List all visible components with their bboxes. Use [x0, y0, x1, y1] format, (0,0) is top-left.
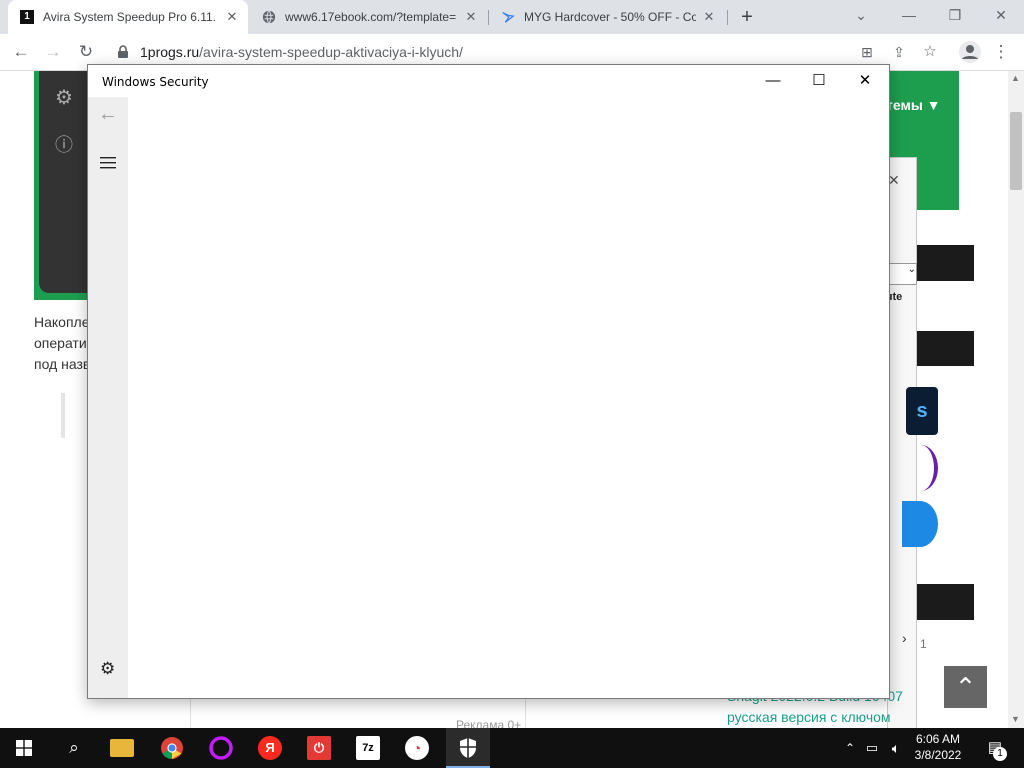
settings-gear-icon[interactable]: ⚙ [100, 659, 115, 679]
bird-icon [502, 12, 515, 23]
scrollbar-thumb[interactable] [1010, 112, 1022, 190]
shield-icon [460, 738, 476, 758]
app-icon-ring[interactable] [904, 445, 938, 491]
close-browser-button[interactable]: ✕ [986, 4, 1016, 26]
network-icon[interactable]: ▭ [860, 736, 884, 760]
gear-icon[interactable]: ⚙ [55, 85, 73, 110]
pagination-number[interactable]: 1 [920, 637, 927, 651]
volume-icon[interactable]: 🔈︎ [884, 736, 908, 760]
article-text-line: под назв [34, 356, 91, 372]
link-line[interactable]: русская версия с ключом [727, 707, 927, 728]
app-icon-camera[interactable] [902, 501, 938, 547]
info-icon[interactable]: ⓘ [55, 131, 73, 157]
tab-search-chevron-icon[interactable]: ⌄ [846, 4, 876, 26]
speedometer-app-icon[interactable]: ◔ [405, 736, 429, 760]
browser-tab-strip: 1 Avira System Speedup Pro 6.11.0 ✕ www6… [0, 0, 1024, 34]
tab-17ebook[interactable]: www6.17ebook.com/?template= ✕ [250, 0, 487, 34]
tab-avira-speedup[interactable]: 1 Avira System Speedup Pro 6.11.0 ✕ [8, 0, 248, 34]
site-sidebar-dark: ⚙ ⓘ [39, 71, 89, 293]
chrome-icon[interactable] [160, 736, 184, 760]
opera-gx-icon[interactable] [209, 736, 233, 760]
clock-time: 6:06 AM [915, 732, 961, 746]
share-icon[interactable]: ⇪ [888, 41, 910, 63]
forward-arrow-icon[interactable]: → [42, 41, 64, 63]
menu-dots-icon[interactable]: ⋮ [990, 41, 1012, 63]
profile-avatar-icon[interactable] [958, 40, 982, 64]
notification-count-badge: 1 [993, 747, 1007, 761]
background-dialog-edge: ✕ ⌄ ibute › [876, 157, 917, 728]
minimize-window-button[interactable]: — [750, 65, 796, 97]
ad-label: Реклама 0+ [456, 718, 522, 728]
new-tab-button[interactable]: + [736, 6, 758, 28]
system-clock[interactable]: 6:06 AM 3/8/2022 [906, 731, 970, 763]
tab-title: MYG Hardcover - 50% OFF - Coa [524, 10, 696, 24]
maximize-window-button[interactable]: ☐ [796, 65, 842, 97]
windows-start-icon[interactable] [16, 740, 32, 756]
chevron-right-icon[interactable]: › [902, 630, 907, 646]
back-arrow-icon[interactable]: ← [10, 41, 32, 63]
globe-icon [262, 10, 276, 24]
restore-browser-button[interactable]: ❐ [940, 4, 970, 26]
article-text-line: операти [34, 335, 87, 351]
scroll-up-icon[interactable]: ▲ [1011, 73, 1020, 83]
site-menu-label[interactable]: темы ▼ [886, 97, 941, 113]
url-host: 1progs.ru [140, 44, 200, 60]
scroll-down-icon[interactable]: ▼ [1011, 714, 1020, 724]
tab-separator [727, 10, 728, 25]
tab-title: Avira System Speedup Pro 6.11.0 [43, 10, 215, 24]
article-text-line: Накопле [34, 314, 90, 330]
windows-security-window: Windows Security — ☐ ✕ ← ⚙ [87, 64, 890, 699]
back-arrow-icon[interactable]: ← [98, 103, 118, 126]
close-tab-icon[interactable]: ✕ [701, 9, 717, 25]
lock-icon[interactable] [117, 45, 129, 59]
power-app-icon[interactable]: ⏻ [307, 736, 331, 760]
chevron-up-icon[interactable]: ⌃ [838, 736, 862, 760]
scroll-to-top-button[interactable]: ⌃ [944, 666, 987, 708]
7zip-icon[interactable]: 7z [356, 736, 380, 760]
url-path: /avira-system-speedup-aktivaciya-i-klyuc… [199, 44, 463, 60]
windows-security-taskbar-button[interactable] [446, 728, 490, 768]
site-1-icon: 1 [20, 10, 34, 24]
search-icon[interactable]: ⌕ [62, 736, 86, 760]
yandex-browser-icon[interactable]: Я [258, 736, 282, 760]
app-icon-ps[interactable]: s [906, 387, 938, 435]
minimize-browser-button[interactable]: — [894, 4, 924, 26]
tab-myg-hardcover[interactable]: MYG Hardcover - 50% OFF - Coa ✕ [489, 0, 725, 34]
file-explorer-icon[interactable] [110, 739, 134, 757]
address-bar[interactable]: 1progs.ru/avira-system-speedup-aktivaciy… [140, 40, 880, 64]
translate-icon[interactable]: ⊞ [856, 41, 878, 63]
close-window-button[interactable]: ✕ [842, 65, 888, 97]
reload-icon[interactable]: ↻ [75, 41, 97, 63]
close-tab-icon[interactable]: ✕ [463, 9, 479, 25]
bookmark-star-icon[interactable]: ☆ [919, 41, 941, 63]
close-tab-icon[interactable]: ✕ [224, 9, 240, 25]
clock-date: 3/8/2022 [914, 748, 962, 762]
taskbar: ⌕ Я ⏻ 7z ◔ ⌃ ▭ 🔈︎ 6:06 AM 3/8/2022 ▤ 1 [0, 728, 1024, 768]
window-title: Windows Security [102, 75, 209, 89]
tab-title: www6.17ebook.com/?template= [285, 10, 457, 24]
quote-bar [61, 393, 65, 438]
hamburger-menu-icon[interactable] [100, 157, 116, 169]
navigation-rail: ← ⚙ [88, 97, 128, 698]
